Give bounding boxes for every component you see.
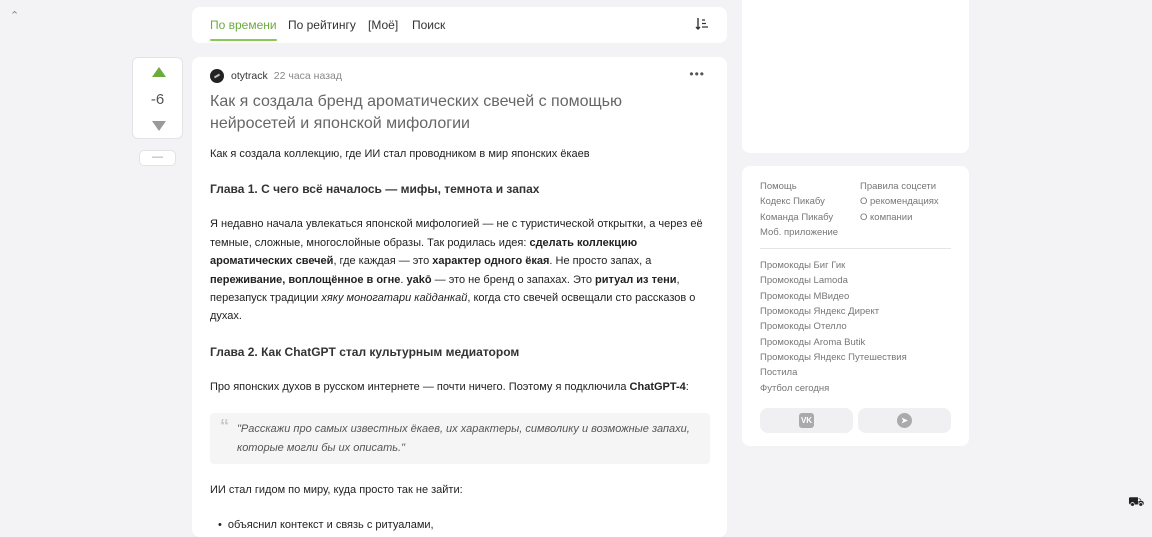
link-rules[interactable]: Правила соцсети — [860, 179, 960, 194]
tab-by-rating[interactable]: По рейтингу — [288, 18, 356, 32]
avatar[interactable] — [210, 69, 224, 83]
vk-icon: VK — [799, 413, 814, 428]
paragraph-1: Я недавно начала увлекаться японской миф… — [210, 215, 710, 325]
promo-link[interactable]: Промокоды Яндекс Путешествия — [760, 350, 951, 365]
paint-bucket-icon[interactable]: ⛟ — [1128, 494, 1144, 512]
blockquote: “ "Расскажи про самых известных ёкаев, и… — [210, 413, 710, 465]
upvote-icon[interactable] — [152, 67, 166, 77]
downvote-icon[interactable] — [152, 121, 166, 131]
telegram-icon: ➤ — [897, 413, 912, 428]
bullet-list: объяснил контекст и связь с ритуалами, — [210, 516, 710, 534]
text-segment: , где каждая — это — [333, 255, 433, 268]
vote-box: -6 — [132, 57, 183, 139]
tab-mine[interactable]: [Моё] — [368, 18, 398, 32]
sort-icon[interactable] — [695, 17, 709, 31]
text-segment: Про японских духов в русском интернете —… — [210, 380, 630, 393]
promo-link[interactable]: Промокоды Биг Гик — [760, 258, 951, 273]
sidebar-ad-card — [742, 0, 969, 153]
footer-links: Помощь Кодекс Пикабу Команда Пикабу Моб.… — [760, 179, 951, 240]
link-mobile-app[interactable]: Моб. приложение — [760, 225, 860, 240]
promo-link[interactable]: Футбол сегодня — [760, 381, 951, 396]
telegram-button[interactable]: ➤ — [858, 408, 951, 433]
paragraph-3: ИИ стал гидом по миру, куда просто так н… — [210, 484, 463, 497]
text-segment: ритуал из тени — [595, 273, 677, 286]
sidebar-links-card: Помощь Кодекс Пикабу Команда Пикабу Моб.… — [742, 166, 969, 446]
tab-by-time[interactable]: По времени — [210, 18, 277, 41]
list-item: объяснил контекст и связь с ритуалами, — [210, 516, 710, 534]
collapse-button[interactable]: — — [139, 150, 176, 166]
text-segment: yakō — [406, 273, 432, 286]
promo-link[interactable]: Промокоды Lamoda — [760, 273, 951, 288]
promo-link[interactable]: Промокоды Яндекс Директ — [760, 304, 951, 319]
promo-link[interactable]: Промокоды Отелло — [760, 319, 951, 334]
rating-score: -6 — [150, 91, 165, 108]
divider — [760, 248, 951, 250]
promo-link[interactable]: Промокоды Aroma Butik — [760, 335, 951, 350]
tab-search[interactable]: Поиск — [412, 18, 445, 32]
link-codex[interactable]: Кодекс Пикабу — [760, 194, 860, 209]
comment-sort-tabs: По времени По рейтингу [Моё] Поиск — [192, 7, 727, 43]
link-team[interactable]: Команда Пикабу — [760, 210, 860, 225]
quote-icon: “ — [220, 416, 229, 437]
vk-button[interactable]: VK — [760, 408, 853, 433]
link-recommendations[interactable]: О рекомендациях — [860, 194, 960, 209]
chapter-1-heading: Глава 1. С чего всё началось — мифы, тем… — [210, 182, 540, 197]
text-segment: — это не бренд о запахах. Это — [431, 273, 596, 286]
post-card: otytrack 22 часа назад ••• Как я создала… — [192, 57, 727, 537]
intro-text: Как я создала коллекцию, где ИИ стал про… — [210, 148, 590, 160]
scroll-up-icon[interactable]: ⌃ — [10, 9, 19, 22]
text-segment: характер одного ёкая — [432, 255, 550, 268]
promo-link[interactable]: Промокоды МВидео — [760, 289, 951, 304]
text-segment: хяку моногатари кайданкай — [321, 292, 468, 305]
text-segment: переживание, воплощённое в огне — [210, 273, 401, 286]
quote-text: "Расскажи про самых известных ёкаев, их … — [237, 423, 690, 454]
link-help[interactable]: Помощь — [760, 179, 860, 194]
post-body: Как я создала коллекцию, где ИИ стал про… — [210, 145, 710, 535]
post-title[interactable]: Как я создала бренд ароматических свечей… — [210, 91, 710, 135]
text-segment: . Не просто запах, а — [549, 255, 652, 268]
author-link[interactable]: otytrack — [231, 70, 268, 82]
paragraph-2: Про японских духов в русском интернете —… — [210, 378, 710, 396]
text-segment: : — [685, 380, 689, 393]
post-time: 22 часа назад — [273, 70, 342, 82]
chapter-2-heading: Глава 2. Как ChatGPT стал культурным мед… — [210, 344, 520, 359]
more-options-icon[interactable]: ••• — [689, 67, 705, 81]
text-segment: ChatGPT-4 — [629, 380, 686, 393]
promo-link[interactable]: Постила — [760, 365, 951, 380]
post-meta: otytrack 22 часа назад — [210, 69, 342, 83]
link-company[interactable]: О компании — [860, 210, 960, 225]
promo-links: Промокоды Биг Гик Промокоды Lamoda Промо… — [760, 258, 951, 396]
